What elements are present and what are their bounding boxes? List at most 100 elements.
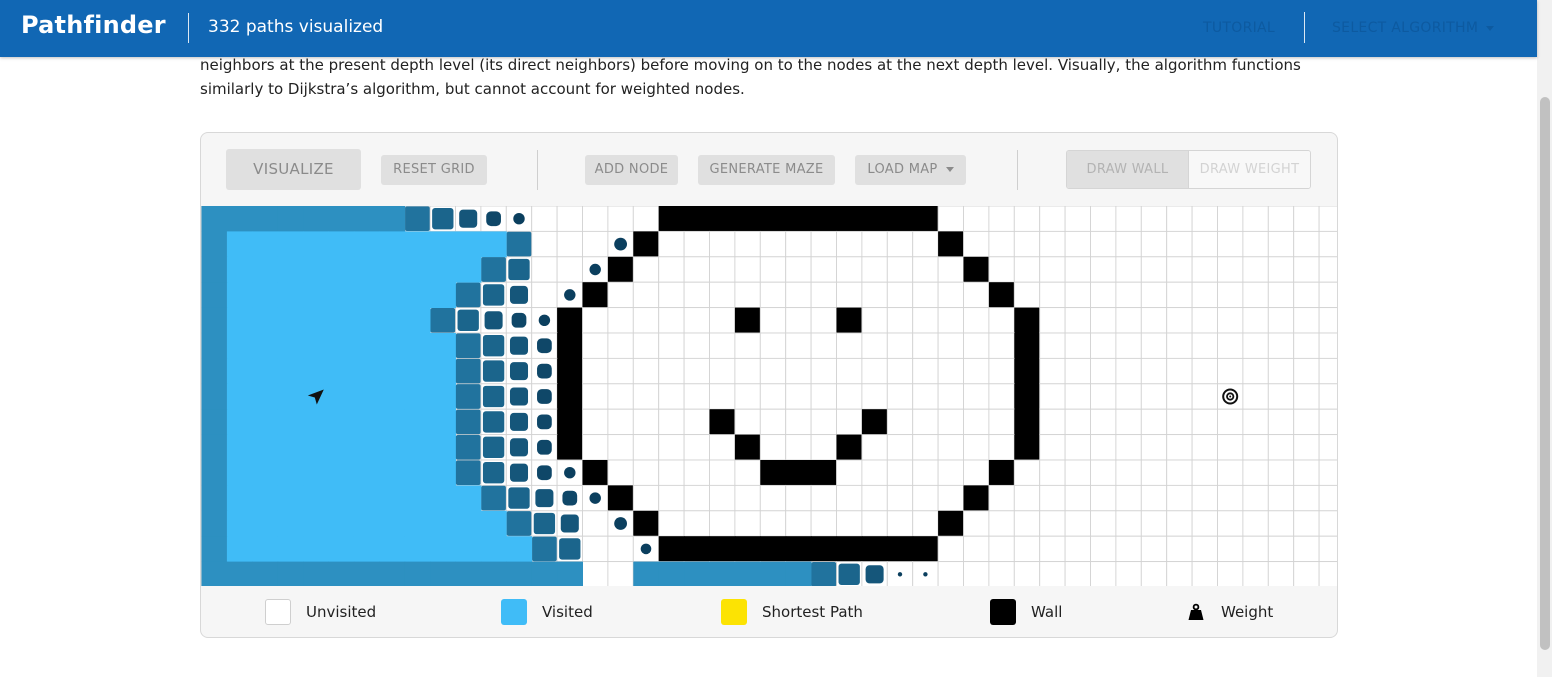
wall-node[interactable]	[734, 206, 761, 232]
wall-node[interactable]	[988, 282, 1015, 309]
grid-node[interactable]	[886, 408, 914, 436]
grid-node[interactable]	[1242, 230, 1269, 258]
grid-node[interactable]	[912, 256, 939, 283]
grid-node[interactable]	[709, 510, 736, 537]
grid-node[interactable]	[963, 206, 990, 232]
grid-node[interactable]	[1013, 256, 1041, 283]
grid-node[interactable]	[988, 206, 1015, 232]
grid-node[interactable]	[785, 307, 812, 334]
grid-node[interactable]	[683, 434, 710, 461]
visited-node[interactable]	[455, 536, 482, 563]
grid-node[interactable]	[1293, 434, 1320, 461]
wall-node[interactable]	[1014, 434, 1041, 461]
wall-node[interactable]	[861, 206, 888, 232]
grid-node[interactable]	[963, 307, 990, 334]
grid-node[interactable]	[1115, 535, 1142, 563]
visited-node[interactable]	[303, 561, 329, 586]
grid-node[interactable]	[1242, 535, 1269, 563]
visited-node[interactable]	[252, 434, 279, 461]
grid-node[interactable]	[785, 408, 812, 436]
visited-node[interactable]	[560, 514, 579, 533]
visited-node[interactable]	[760, 561, 787, 586]
grid-node[interactable]	[1242, 408, 1269, 436]
grid-node[interactable]	[1090, 357, 1117, 385]
grid-node[interactable]	[937, 484, 964, 512]
grid-node[interactable]	[810, 484, 837, 512]
grid-node[interactable]	[658, 459, 685, 486]
wall-node[interactable]	[836, 536, 863, 563]
grid-node[interactable]	[886, 484, 914, 512]
grid-node[interactable]	[1090, 535, 1117, 563]
grid-node[interactable]	[836, 256, 863, 283]
visited-node[interactable]	[404, 485, 431, 512]
grid-node[interactable]	[785, 510, 812, 537]
grid-node[interactable]	[1191, 281, 1218, 309]
grid-node[interactable]	[1318, 383, 1338, 410]
grid-node[interactable]	[988, 484, 1015, 512]
visited-node[interactable]	[509, 463, 529, 482]
visited-node[interactable]	[303, 485, 329, 512]
grid-node[interactable]	[1318, 281, 1338, 309]
wall-node[interactable]	[633, 510, 660, 537]
grid-node[interactable]	[1064, 459, 1091, 486]
wall-node[interactable]	[607, 485, 634, 512]
grid-node[interactable]	[734, 459, 761, 486]
grid-node[interactable]	[1166, 357, 1193, 385]
visited-node[interactable]	[201, 333, 228, 359]
visited-node[interactable]	[455, 333, 481, 359]
visited-node[interactable]	[277, 383, 304, 410]
visited-node[interactable]	[353, 206, 380, 232]
grid-node[interactable]	[1242, 510, 1269, 537]
grid-node[interactable]	[1293, 408, 1320, 436]
visited-node[interactable]	[277, 256, 304, 283]
wall-node[interactable]	[607, 256, 634, 283]
wall-node[interactable]	[836, 307, 863, 334]
grid-node[interactable]	[785, 357, 812, 385]
grid-node[interactable]	[1115, 484, 1142, 512]
visited-node[interactable]	[353, 510, 380, 537]
grid-node[interactable]	[912, 434, 939, 461]
grid-node[interactable]	[912, 332, 939, 359]
grid-node[interactable]	[1115, 206, 1142, 232]
wall-node[interactable]	[709, 206, 736, 232]
visited-node[interactable]	[252, 358, 279, 385]
visited-node[interactable]	[404, 333, 431, 359]
visited-node[interactable]	[511, 312, 527, 328]
grid-node[interactable]	[810, 383, 837, 410]
grid-node[interactable]	[1090, 230, 1117, 258]
grid-node[interactable]	[1318, 230, 1338, 258]
grid-node[interactable]	[582, 408, 609, 436]
visited-node[interactable]	[252, 282, 279, 309]
grid-node[interactable]	[1318, 307, 1338, 334]
wall-node[interactable]	[1014, 333, 1041, 359]
select-algorithm-dropdown[interactable]: SELECT ALGORITHM	[1332, 20, 1495, 36]
grid-node[interactable]	[1090, 281, 1117, 309]
visited-node[interactable]	[404, 510, 431, 537]
grid-node[interactable]	[1293, 256, 1320, 283]
grid-node[interactable]	[1191, 561, 1218, 586]
visited-node[interactable]	[455, 485, 482, 512]
grid-node[interactable]	[1191, 256, 1218, 283]
grid-node[interactable]	[988, 307, 1015, 334]
grid-node[interactable]	[1064, 206, 1091, 232]
wall-node[interactable]	[938, 231, 965, 258]
visited-node[interactable]	[277, 206, 304, 232]
visited-node[interactable]	[226, 358, 253, 385]
grid-node[interactable]	[1090, 484, 1117, 512]
grid-node[interactable]	[785, 281, 812, 309]
visited-node[interactable]	[509, 412, 529, 431]
grid-node[interactable]	[1191, 434, 1218, 461]
visited-node[interactable]	[633, 561, 660, 586]
visited-node[interactable]	[509, 336, 529, 355]
grid-node[interactable]	[734, 281, 761, 309]
visited-node[interactable]	[226, 282, 253, 309]
grid-node[interactable]	[963, 434, 990, 461]
grid-node[interactable]	[632, 383, 660, 410]
grid-node[interactable]	[861, 230, 888, 258]
visited-node[interactable]	[353, 333, 380, 359]
visited-node[interactable]	[430, 536, 456, 563]
wall-node[interactable]	[861, 536, 888, 563]
wall-node[interactable]	[557, 383, 584, 410]
visited-node[interactable]	[226, 434, 253, 461]
grid-node[interactable]	[1140, 307, 1168, 334]
